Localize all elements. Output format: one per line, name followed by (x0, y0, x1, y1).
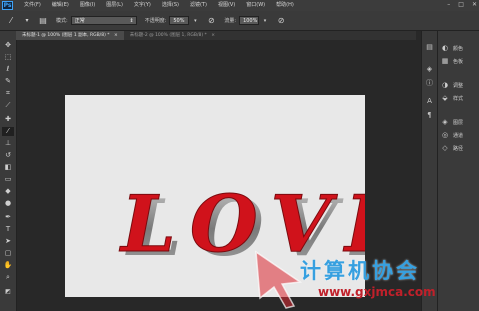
swatches-icon: ▦ (441, 57, 449, 65)
panel-layers[interactable]: ◈ 图层 (441, 117, 463, 127)
panel-channels[interactable]: ◎ 通道 (441, 130, 463, 140)
tab-document-2[interactable]: 未标题-2 @ 100% (图层 1, RGB/8) * × (124, 31, 221, 40)
mode-select[interactable]: 正常 ⇕ (70, 16, 137, 25)
tools-panel: ✥ ⬚ ℓ ✎ ⌗ ⟋ ✚ ⁄ ⊥ ↺ ◧ ▭ ◆ ● ✒ T ➤ ▢ ✋ ⌕ … (0, 31, 17, 311)
panel-swatches-label: 色板 (453, 58, 464, 65)
gradient-tool-icon[interactable]: ▭ (2, 175, 14, 184)
close-button[interactable]: ✕ (472, 1, 477, 8)
panel-dock-strip: ▤ ◈ ⓘ A ¶ (421, 31, 437, 311)
close-icon[interactable]: × (114, 33, 118, 38)
menu-filter[interactable]: 滤镜(T) (190, 0, 207, 11)
panel-dock: ◐ 颜色 ▦ 色板 ◑ 调整 ⬙ 样式 ◈ 图层 ◎ 通道 ◇ 路径 (437, 31, 479, 311)
brush-size-icon[interactable]: ▾ (22, 16, 32, 26)
flow-label: 流量: (224, 18, 237, 24)
lasso-tool-icon[interactable]: ℓ (2, 65, 14, 74)
channels-icon: ◎ (441, 131, 449, 139)
panel-color[interactable]: ◐ 颜色 (441, 43, 463, 53)
panel-paths[interactable]: ◇ 路径 (441, 143, 463, 153)
flow-value: 100% (243, 17, 258, 24)
menu-file[interactable]: 文件(F) (24, 0, 41, 11)
document-canvas[interactable]: LOVE LOVE (65, 95, 411, 297)
opacity-label: 不透明度: (144, 18, 167, 24)
photoshop-logo: Ps (2, 1, 13, 10)
history-brush-tool-icon[interactable]: ↺ (2, 151, 14, 160)
opacity-value: 50% (173, 17, 185, 24)
menu-view[interactable]: 视图(V) (218, 0, 235, 11)
panel-layers-label: 图层 (453, 119, 464, 126)
character-icon[interactable]: A (425, 97, 434, 106)
airbrush-icon[interactable]: ⊘ (276, 16, 286, 26)
panel-styles-label: 样式 (453, 95, 464, 102)
crop-tool-icon[interactable]: ⌗ (2, 89, 14, 98)
clone-stamp-tool-icon[interactable]: ⊥ (2, 139, 14, 148)
brush-tool-icon[interactable]: ⁄ (6, 16, 16, 26)
love-text-artwork: LOVE LOVE (119, 179, 411, 275)
menu-select[interactable]: 选择(S) (162, 0, 179, 11)
zoom-tool-icon[interactable]: ⌕ (2, 273, 14, 282)
brush-panel-icon[interactable]: ▤ (38, 16, 48, 26)
eyedropper-tool-icon[interactable]: ⟋ (2, 101, 14, 110)
panel-adjustments[interactable]: ◑ 调整 (441, 80, 463, 90)
properties-icon[interactable]: ◈ (425, 65, 434, 74)
minimize-button[interactable]: – (447, 1, 450, 8)
opacity-dropdown-icon[interactable]: ▾ (190, 16, 200, 26)
panel-adjustments-label: 调整 (453, 82, 464, 89)
adjustments-icon: ◑ (441, 81, 449, 89)
brush-tool-icon[interactable]: ⁄ (2, 127, 14, 136)
menu-image[interactable]: 图像(I) (80, 0, 95, 11)
styles-icon: ⬙ (442, 94, 448, 102)
document-tabs: 未标题-1 @ 100% (图层 1 副本, RGB/8) * × 未标题-2 … (16, 31, 416, 40)
move-tool-icon[interactable]: ✥ (2, 41, 14, 50)
paragraph-icon[interactable]: ¶ (425, 111, 434, 120)
pressure-opacity-icon[interactable]: ⊘ (206, 16, 216, 26)
opacity-field[interactable]: 50% (169, 16, 190, 25)
info-icon[interactable]: ⓘ (425, 79, 434, 88)
options-bar: ⁄ ▾ ▤ 模式: 正常 ⇕ 不透明度: 50% ▾ ⊘ 流量: 100% ▾ … (0, 11, 479, 31)
color-swatches-icon[interactable]: ◩ (2, 287, 14, 296)
close-icon[interactable]: × (211, 33, 215, 38)
hand-tool-icon[interactable]: ✋ (2, 261, 14, 270)
marquee-tool-icon[interactable]: ⬚ (2, 53, 14, 62)
tab-document-1-label: 未标题-1 @ 100% (图层 1 副本, RGB/8) * (22, 33, 110, 38)
flow-dropdown-icon[interactable]: ▾ (260, 16, 270, 26)
mode-value: 正常 (74, 18, 85, 24)
eraser-tool-icon[interactable]: ◧ (2, 163, 14, 172)
healing-brush-tool-icon[interactable]: ✚ (2, 115, 14, 124)
flow-field[interactable]: 100% (239, 16, 260, 25)
restore-button[interactable]: □ (458, 1, 464, 8)
tab-document-2-label: 未标题-2 @ 100% (图层 1, RGB/8) * (129, 33, 207, 38)
panel-styles[interactable]: ⬙ 样式 (441, 93, 463, 103)
color-icon: ◐ (441, 44, 449, 52)
shape-tool-icon[interactable]: ▢ (2, 249, 14, 258)
menu-type[interactable]: 文字(Y) (134, 0, 151, 11)
layers-icon: ◈ (442, 118, 448, 126)
window-controls: – □ ✕ (447, 1, 477, 8)
love-text: LOVE (119, 179, 365, 270)
menu-edit[interactable]: 编辑(E) (52, 0, 69, 11)
history-icon[interactable]: ▤ (425, 43, 434, 52)
chevron-down-icon: ⇕ (129, 17, 134, 24)
dodge-tool-icon[interactable]: ● (2, 199, 14, 208)
menu-layer[interactable]: 图层(L) (106, 0, 123, 11)
panel-swatches[interactable]: ▦ 色板 (441, 56, 463, 66)
panel-color-label: 颜色 (453, 45, 464, 52)
mode-label: 模式: (56, 18, 68, 24)
menu-bar: Ps 文件(F) 编辑(E) 图像(I) 图层(L) 文字(Y) 选择(S) 滤… (0, 0, 479, 11)
menu-help[interactable]: 帮助(H) (276, 0, 294, 11)
paths-icon: ◇ (442, 144, 448, 152)
tab-document-1[interactable]: 未标题-1 @ 100% (图层 1 副本, RGB/8) * × (16, 31, 124, 40)
pen-tool-icon[interactable]: ✒ (2, 213, 14, 222)
path-selection-tool-icon[interactable]: ➤ (2, 237, 14, 246)
panel-paths-label: 路径 (453, 145, 464, 152)
blur-tool-icon[interactable]: ◆ (2, 187, 14, 196)
canvas-workspace[interactable]: LOVE LOVE (17, 40, 421, 311)
type-tool-icon[interactable]: T (2, 225, 14, 234)
quick-select-tool-icon[interactable]: ✎ (2, 77, 14, 86)
panel-channels-label: 通道 (453, 132, 464, 139)
menu-window[interactable]: 窗口(W) (246, 0, 265, 11)
